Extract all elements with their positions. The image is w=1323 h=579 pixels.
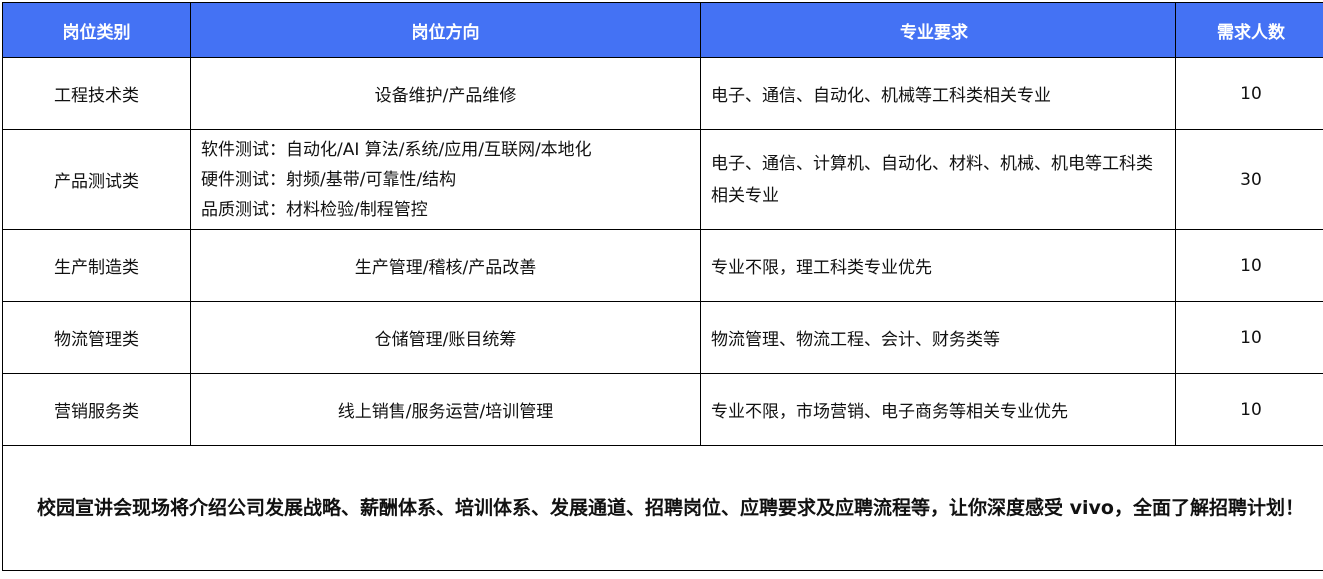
- recruitment-table-sheet: 岗位类别 岗位方向 专业要求 需求人数 工程技术类 设备维护/产品维修 电子、通…: [2, 2, 1322, 576]
- row-category: 产品测试类: [3, 130, 191, 230]
- table-row: 营销服务类 线上销售/服务运营/培训管理 专业不限，市场营销、电子商务等相关专业…: [3, 374, 1323, 446]
- direction-line-software: 软件测试：自动化/AI 算法/系统/应用/互联网/本地化: [201, 135, 700, 165]
- table-row: 生产制造类 生产管理/稽核/产品改善 专业不限，理工科类专业优先 10: [3, 230, 1323, 302]
- note-row: 校园宣讲会现场将介绍公司发展战略、薪酬体系、培训体系、发展通道、招聘岗位、应聘要…: [3, 446, 1323, 571]
- table-row: 工程技术类 设备维护/产品维修 电子、通信、自动化、机械等工科类相关专业 10: [3, 58, 1323, 130]
- campus-talk-note-cell: 校园宣讲会现场将介绍公司发展战略、薪酬体系、培训体系、发展通道、招聘岗位、应聘要…: [3, 446, 1323, 571]
- row-direction: 生产管理/稽核/产品改善: [191, 230, 701, 302]
- row-direction: 线上销售/服务运营/培训管理: [191, 374, 701, 446]
- campus-talk-note: 校园宣讲会现场将介绍公司发展战略、薪酬体系、培训体系、发展通道、招聘岗位、应聘要…: [37, 497, 1304, 519]
- row-count: 10: [1176, 302, 1323, 374]
- row-major: 专业不限，市场营销、电子商务等相关专业优先: [701, 374, 1176, 446]
- row-major: 电子、通信、自动化、机械等工科类相关专业: [701, 58, 1176, 130]
- header-major: 专业要求: [701, 3, 1176, 58]
- row-category: 营销服务类: [3, 374, 191, 446]
- row-major: 物流管理、物流工程、会计、财务类等: [701, 302, 1176, 374]
- recruitment-table: 岗位类别 岗位方向 专业要求 需求人数 工程技术类 设备维护/产品维修 电子、通…: [2, 2, 1323, 571]
- direction-line-quality: 品质测试：材料检验/制程管控: [201, 195, 700, 225]
- header-count: 需求人数: [1176, 3, 1323, 58]
- row-count: 30: [1176, 130, 1323, 230]
- row-direction-multiline: 软件测试：自动化/AI 算法/系统/应用/互联网/本地化 硬件测试：射频/基带/…: [191, 130, 701, 230]
- row-count: 10: [1176, 230, 1323, 302]
- header-direction: 岗位方向: [191, 3, 701, 58]
- row-category: 生产制造类: [3, 230, 191, 302]
- row-direction: 仓储管理/账目统筹: [191, 302, 701, 374]
- table-row: 产品测试类 软件测试：自动化/AI 算法/系统/应用/互联网/本地化 硬件测试：…: [3, 130, 1323, 230]
- row-count: 10: [1176, 374, 1323, 446]
- row-category: 物流管理类: [3, 302, 191, 374]
- row-major: 电子、通信、计算机、自动化、材料、机械、机电等工科类相关专业: [701, 130, 1176, 230]
- row-count: 10: [1176, 58, 1323, 130]
- row-category: 工程技术类: [3, 58, 191, 130]
- header-category: 岗位类别: [3, 3, 191, 58]
- row-direction: 设备维护/产品维修: [191, 58, 701, 130]
- table-header-row: 岗位类别 岗位方向 专业要求 需求人数: [3, 3, 1323, 58]
- table-row: 物流管理类 仓储管理/账目统筹 物流管理、物流工程、会计、财务类等 10: [3, 302, 1323, 374]
- direction-line-quality-text: 品质测试：材料检验/制程管控: [201, 200, 428, 220]
- direction-line-hardware: 硬件测试：射频/基带/可靠性/结构: [201, 165, 700, 195]
- row-major: 专业不限，理工科类专业优先: [701, 230, 1176, 302]
